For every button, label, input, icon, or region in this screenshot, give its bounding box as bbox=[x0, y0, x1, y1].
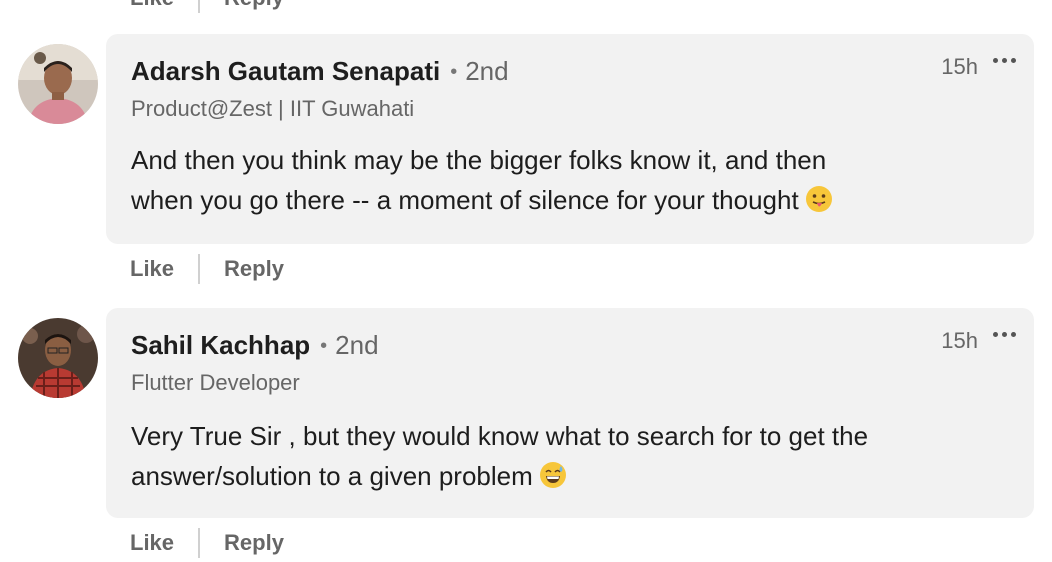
comment-bubble: Adarsh Gautam Senapati • 2nd Product@Zes… bbox=[106, 34, 1034, 244]
comment-text-line: And then you think may be the bigger fol… bbox=[131, 145, 827, 175]
comment-text-line: when you go there -- a moment of silence… bbox=[131, 185, 799, 215]
comment-text-line: answer/solution to a given problem bbox=[131, 461, 533, 491]
like-button[interactable]: Like bbox=[130, 0, 174, 11]
action-divider bbox=[198, 528, 201, 558]
action-divider bbox=[198, 254, 201, 284]
avatar[interactable] bbox=[18, 44, 98, 124]
connection-degree: 2nd bbox=[465, 56, 509, 86]
action-divider bbox=[198, 0, 201, 13]
author-name[interactable]: Adarsh Gautam Senapati bbox=[131, 56, 440, 87]
tongue-out-emoji-icon bbox=[805, 186, 832, 212]
grinning-sweat-emoji-icon bbox=[539, 462, 566, 488]
previous-comment-actions: Like Reply bbox=[130, 0, 284, 13]
connection-degree: 2nd bbox=[335, 330, 379, 360]
author-name[interactable]: Sahil Kachhap bbox=[131, 330, 310, 361]
separator-dot: • bbox=[320, 335, 328, 357]
comment-text: And then you think may be the bigger fol… bbox=[131, 140, 994, 220]
comment-text: Very True Sir , but they would know what… bbox=[131, 416, 994, 496]
author-row: Sahil Kachhap • 2nd bbox=[131, 330, 379, 361]
more-options-icon[interactable] bbox=[993, 332, 1016, 337]
comment-actions: Like Reply bbox=[130, 254, 284, 284]
like-button[interactable]: Like bbox=[130, 256, 174, 282]
reply-button[interactable]: Reply bbox=[224, 0, 284, 11]
avatar[interactable] bbox=[18, 318, 98, 398]
comment-time: 15h bbox=[941, 54, 978, 79]
comment-text-line: Very True Sir , but they would know what… bbox=[131, 421, 869, 451]
author-headline: Product@Zest | IIT Guwahati bbox=[131, 96, 415, 121]
comments-feed: Like Reply Adarsh Gautam Senapati • 2nd … bbox=[0, 0, 1052, 562]
author-headline: Flutter Developer bbox=[131, 370, 300, 395]
comment-actions: Like Reply bbox=[130, 528, 284, 558]
more-options-icon[interactable] bbox=[993, 58, 1016, 63]
separator-dot: • bbox=[450, 61, 458, 83]
comment-time: 15h bbox=[941, 328, 978, 353]
author-row: Adarsh Gautam Senapati • 2nd bbox=[131, 56, 509, 87]
reply-button[interactable]: Reply bbox=[224, 256, 284, 282]
like-button[interactable]: Like bbox=[130, 530, 174, 556]
comment-bubble: Sahil Kachhap • 2nd Flutter Developer 15… bbox=[106, 308, 1034, 518]
reply-button[interactable]: Reply bbox=[224, 530, 284, 556]
